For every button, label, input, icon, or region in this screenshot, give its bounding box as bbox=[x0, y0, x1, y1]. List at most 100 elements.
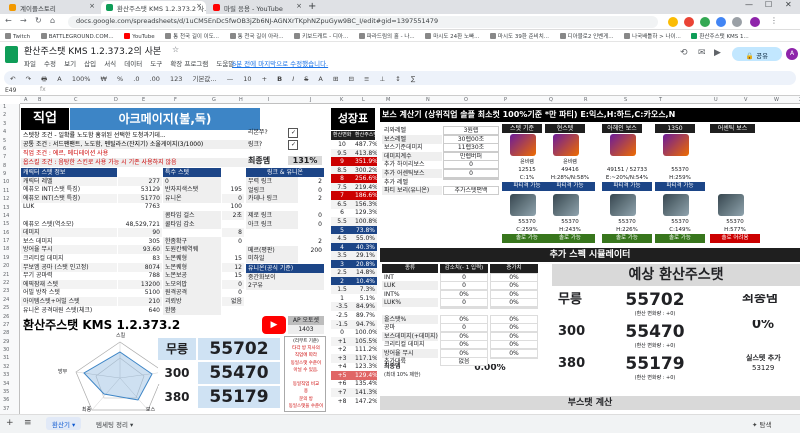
menu-file[interactable]: 파일 bbox=[24, 60, 36, 68]
document-title[interactable]: 환산주스탯 KMS 1.2.373.2의 사본 bbox=[24, 44, 161, 57]
menu-format[interactable]: 서식 bbox=[104, 60, 116, 68]
menu-extensions[interactable]: 확장 프로그램 bbox=[170, 60, 208, 68]
new-tab-icon[interactable]: + bbox=[308, 1, 316, 12]
stat2-value[interactable]: 없음 bbox=[222, 297, 244, 306]
browser-tab-3[interactable]: 마릴 응용 - YouTube × bbox=[208, 1, 306, 14]
all-sheets-icon[interactable]: ≡ bbox=[24, 418, 32, 428]
paint-format-icon[interactable]: A bbox=[57, 75, 61, 83]
comment-icon[interactable]: ✉ bbox=[698, 48, 706, 58]
font-size-decrease-icon[interactable]: — bbox=[227, 75, 234, 83]
extension-icon[interactable] bbox=[716, 17, 726, 27]
spreadsheet-grid[interactable]: 직업 아크메이지(불,독) 스텟창 조건 - 일확률 노도함 훔위된 선택한 도… bbox=[20, 104, 800, 414]
sim-decrease-input[interactable]: 없음 bbox=[440, 357, 488, 366]
stat-value[interactable]: 640 bbox=[118, 306, 162, 315]
extension-icon[interactable] bbox=[668, 17, 678, 27]
profile-icon[interactable] bbox=[750, 17, 760, 27]
menu-edit[interactable]: 수정 bbox=[44, 60, 56, 68]
close-icon[interactable]: × bbox=[89, 2, 95, 10]
font-size-input[interactable]: 10 bbox=[243, 75, 251, 83]
puzzle-icon[interactable] bbox=[732, 17, 742, 27]
extension-icon[interactable] bbox=[684, 17, 694, 27]
bookmark[interactable]: YouTube bbox=[124, 33, 155, 40]
close-icon[interactable]: × bbox=[196, 2, 202, 10]
menu-kebab-icon[interactable]: ⋮ bbox=[770, 16, 778, 25]
extension-icon[interactable] bbox=[700, 17, 710, 27]
sim-increase-input[interactable] bbox=[490, 357, 538, 359]
valign-icon[interactable]: ⊥ bbox=[380, 75, 386, 83]
forward-icon[interactable]: → bbox=[20, 16, 27, 25]
function-icon[interactable]: ∑ bbox=[411, 75, 415, 83]
youtube-play-icon[interactable]: ▶ bbox=[262, 316, 286, 334]
bold-icon[interactable]: B bbox=[277, 75, 282, 83]
back-icon[interactable]: ← bbox=[5, 16, 12, 25]
bookmark[interactable]: 통 천국 길이 이도... bbox=[165, 32, 219, 40]
bookmark[interactable]: 키보드캐트 - 디아... bbox=[294, 32, 348, 40]
boss-param-value[interactable]: 추가스텟편백 bbox=[443, 186, 499, 196]
boss-param-value[interactable] bbox=[443, 177, 499, 180]
close-icon[interactable]: × bbox=[296, 2, 302, 10]
stat2-value[interactable]: 0 bbox=[222, 237, 244, 246]
sim-increase-input[interactable] bbox=[490, 306, 538, 309]
align-icon[interactable]: ≡ bbox=[364, 75, 369, 83]
sim-decrease-input[interactable] bbox=[440, 306, 488, 309]
name-box[interactable]: E49 bbox=[5, 87, 16, 94]
bookmark[interactable]: 디아블로2 인벤게... bbox=[559, 32, 614, 40]
menu-view[interactable]: 보기 bbox=[64, 60, 76, 68]
italic-icon[interactable]: I bbox=[292, 75, 294, 83]
number-format-icon[interactable]: 123 bbox=[170, 75, 182, 83]
bookmark[interactable]: Twitch bbox=[5, 33, 30, 40]
font-size-increase-icon[interactable]: + bbox=[262, 75, 267, 83]
home-icon[interactable]: ⌂ bbox=[50, 16, 55, 25]
borders-icon[interactable]: ⊞ bbox=[333, 75, 338, 83]
job-select[interactable]: 아크메이지(불,독) bbox=[70, 108, 260, 130]
bookmark[interactable]: 환산주스탯 KMS 1... bbox=[691, 32, 749, 40]
star-icon[interactable]: ☆ bbox=[172, 45, 179, 54]
link-value[interactable]: 2 bbox=[298, 194, 324, 203]
undo-icon[interactable]: ↶ bbox=[10, 75, 15, 83]
redo-icon[interactable]: ↷ bbox=[26, 75, 31, 83]
bookmark[interactable]: BATTLEGROUND.COM... bbox=[40, 33, 114, 40]
bookmark[interactable]: 파라드림의 홀 - 나... bbox=[358, 32, 415, 40]
stat-value[interactable]: 7763 bbox=[118, 202, 162, 211]
decrease-decimal-icon[interactable]: .0 bbox=[133, 75, 139, 83]
meet-icon[interactable]: ▶ bbox=[714, 48, 721, 58]
currency-icon[interactable]: ₩ bbox=[100, 75, 106, 83]
window-close-icon[interactable]: ✕ bbox=[785, 0, 792, 9]
link-value[interactable]: 200 bbox=[298, 246, 324, 255]
increase-decimal-icon[interactable]: .00 bbox=[150, 75, 160, 83]
checkbox[interactable]: ✓ bbox=[288, 140, 298, 150]
bookmark[interactable]: 마시도 24환 노빠... bbox=[425, 32, 479, 40]
bookmark[interactable]: 마시도 39환 준비치... bbox=[489, 32, 549, 40]
maximize-icon[interactable]: ☐ bbox=[765, 0, 772, 9]
print-icon[interactable]: 🖶 bbox=[41, 75, 47, 83]
sheet-tab-calculator[interactable]: 환산기 ▾ bbox=[46, 417, 82, 430]
browser-tab-1[interactable]: 계이플스토리 × bbox=[4, 1, 99, 14]
font-select[interactable]: 기본값... bbox=[192, 75, 216, 83]
stat2-value[interactable]: 2초 bbox=[222, 211, 244, 220]
zoom-select[interactable]: 100% bbox=[72, 75, 91, 83]
history-icon[interactable]: ⟲ bbox=[680, 48, 688, 58]
sheet-tab-gear[interactable]: 템세팅 정리 ▾ bbox=[90, 417, 139, 430]
last-edit-link[interactable]: 6분 전에 마지막으로 수정했습니다. bbox=[232, 58, 328, 68]
share-button[interactable]: 🔒 공유 bbox=[732, 47, 782, 61]
link-value[interactable]: 0 bbox=[298, 220, 324, 229]
checkbox[interactable]: ✓ bbox=[288, 128, 298, 138]
minimize-icon[interactable]: — bbox=[745, 0, 753, 9]
sheets-logo-icon[interactable] bbox=[5, 46, 18, 63]
wrap-icon[interactable]: ↕ bbox=[395, 75, 400, 83]
url-input[interactable]: docs.google.com/spreadsheets/d/1uCM5EnDc… bbox=[68, 16, 658, 28]
menu-data[interactable]: 데이터 bbox=[124, 60, 142, 68]
menu-insert[interactable]: 삽입 bbox=[84, 60, 96, 68]
browser-tab-2[interactable]: 환산주스탯 KMS 1.2.373.2 사... × bbox=[101, 1, 206, 14]
bookmark[interactable]: 통 천국 길이 아라... bbox=[229, 32, 284, 40]
merge-icon[interactable]: ⊟ bbox=[348, 75, 353, 83]
add-sheet-icon[interactable]: + bbox=[6, 418, 14, 428]
strikethrough-icon[interactable]: S bbox=[304, 75, 308, 83]
bookmark[interactable]: 나국배틀하 > 나이... bbox=[624, 32, 681, 40]
text-color-icon[interactable]: A bbox=[318, 75, 322, 83]
explore-button[interactable]: ✦ 탐색 bbox=[752, 419, 772, 429]
percent-icon[interactable]: % bbox=[117, 75, 123, 83]
reload-icon[interactable]: ↻ bbox=[35, 16, 42, 25]
menu-tools[interactable]: 도구 bbox=[150, 60, 162, 68]
avatar[interactable]: A bbox=[786, 48, 798, 60]
